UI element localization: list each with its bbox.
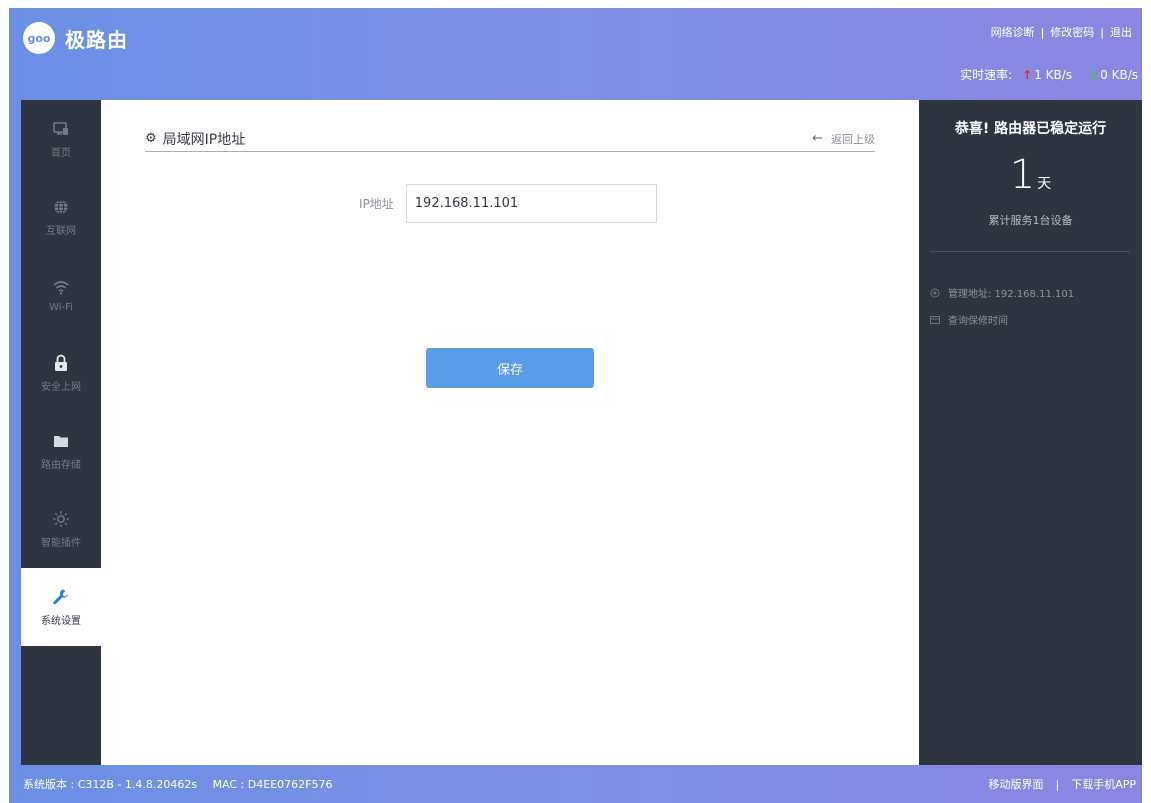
card-icon <box>930 315 940 325</box>
download-app-link[interactable]: 下载手机APP <box>1071 776 1136 792</box>
top-links: 网络诊断 | 修改密码 | 退出 <box>991 24 1132 40</box>
mac-address: MAC : D4EE0762F576 <box>212 778 333 791</box>
sidebar-item-label: 路由存储 <box>41 459 81 471</box>
divider: | <box>1055 777 1060 791</box>
logout-link[interactable]: 退出 <box>1110 24 1132 40</box>
uptime-number: 1 <box>1009 152 1036 198</box>
divider <box>930 251 1130 252</box>
sidebar-item-label: 系统设置 <box>41 615 81 627</box>
sidebar: 首页 互联网 Wi-Fi 安全上网 路由存储 智能插件 系统设置 <box>21 100 101 765</box>
sidebar-item-label: Wi-Fi <box>49 301 73 313</box>
brand-name: 极路由 <box>65 27 128 52</box>
logo[interactable]: goo 极路由 <box>23 22 128 54</box>
page-title-text: 局域网IP地址 <box>162 131 246 148</box>
footer: 系统版本 : C312B - 1.4.8.20462s MAC : D4EE07… <box>9 765 1142 803</box>
sidebar-item-settings[interactable]: 系统设置 <box>21 568 101 646</box>
ip-field-row: IP地址 <box>359 184 657 223</box>
wifi-icon <box>52 278 70 296</box>
sidebar-item-label: 首页 <box>51 147 71 159</box>
divider: | <box>1040 25 1045 39</box>
footer-info: 系统版本 : C312B - 1.4.8.20462s MAC : D4EE07… <box>23 776 332 792</box>
speed-label: 实时速率: <box>960 68 1013 82</box>
main-content: ⚙ 局域网IP地址 ← 返回上级 IP地址 保存 <box>101 100 919 765</box>
uptime-days: 1天 <box>919 152 1142 198</box>
status-title: 恭喜! 路由器已稳定运行 <box>954 121 1107 137</box>
logo-icon: goo <box>23 22 55 54</box>
lock-icon <box>52 354 70 372</box>
footer-links: 移动版界面 | 下载手机APP <box>988 776 1136 792</box>
status-panel: 恭喜! 路由器已稳定运行 1天 累计服务1台设备 管理地址: 192.168.1… <box>919 100 1142 765</box>
sidebar-item-wifi[interactable]: Wi-Fi <box>21 256 101 334</box>
back-link[interactable]: ← 返回上级 <box>812 131 875 147</box>
download-arrow-icon: ↓ <box>1088 67 1099 82</box>
wrench-icon <box>52 588 70 606</box>
folder-icon <box>52 432 70 450</box>
save-button[interactable]: 保存 <box>426 348 594 388</box>
back-link-label: 返回上级 <box>831 132 875 146</box>
sidebar-item-security[interactable]: 安全上网 <box>21 334 101 412</box>
upload-arrow-icon: ↑ <box>1022 67 1033 82</box>
realtime-speed: 实时速率: ↑ 1 KB/s ↓ 0 KB/s <box>960 66 1138 83</box>
gear-icon: ⚙ <box>145 131 157 146</box>
mobile-version-link[interactable]: 移动版界面 <box>988 776 1043 792</box>
change-password-link[interactable]: 修改密码 <box>1050 24 1094 40</box>
served-devices: 累计服务1台设备 <box>988 214 1073 227</box>
sun-icon <box>52 510 70 528</box>
sidebar-item-label: 安全上网 <box>41 381 81 393</box>
target-icon <box>930 288 940 298</box>
globe-icon <box>52 198 70 216</box>
ip-field-label: IP地址 <box>359 197 394 211</box>
manage-address-text: 管理地址: 192.168.11.101 <box>948 289 1075 300</box>
upload-speed: 1 KB/s <box>1034 67 1073 82</box>
warranty-text: 查询保修时间 <box>948 316 1008 327</box>
network-diagnose-link[interactable]: 网络诊断 <box>991 24 1035 40</box>
header: goo 极路由 网络诊断 | 修改密码 | 退出 实时速率: ↑ 1 KB/s … <box>9 8 1142 100</box>
sidebar-item-internet[interactable]: 互联网 <box>21 178 101 256</box>
sidebar-item-label: 智能插件 <box>41 537 81 549</box>
divider: | <box>1100 25 1104 39</box>
sidebar-item-home[interactable]: 首页 <box>21 100 101 178</box>
manage-address: 管理地址: 192.168.11.101 <box>930 285 1074 300</box>
download-speed: 0 KB/s <box>1100 67 1138 82</box>
monitor-icon <box>52 120 70 138</box>
sidebar-item-label: 互联网 <box>46 225 76 237</box>
arrow-left-icon: ← <box>812 131 823 146</box>
page-title: ⚙ 局域网IP地址 <box>145 129 245 149</box>
ip-address-input[interactable] <box>405 184 657 223</box>
page-header: ⚙ 局域网IP地址 ← 返回上级 <box>145 126 875 152</box>
sidebar-item-storage[interactable]: 路由存储 <box>21 412 101 490</box>
firmware-version: 系统版本 : C312B - 1.4.8.20462s <box>23 778 198 791</box>
app-frame: goo 极路由 网络诊断 | 修改密码 | 退出 实时速率: ↑ 1 KB/s … <box>9 8 1142 803</box>
warranty-link[interactable]: 查询保修时间 <box>930 312 1008 327</box>
uptime-unit: 天 <box>1037 176 1052 192</box>
sidebar-item-plugins[interactable]: 智能插件 <box>21 490 101 568</box>
